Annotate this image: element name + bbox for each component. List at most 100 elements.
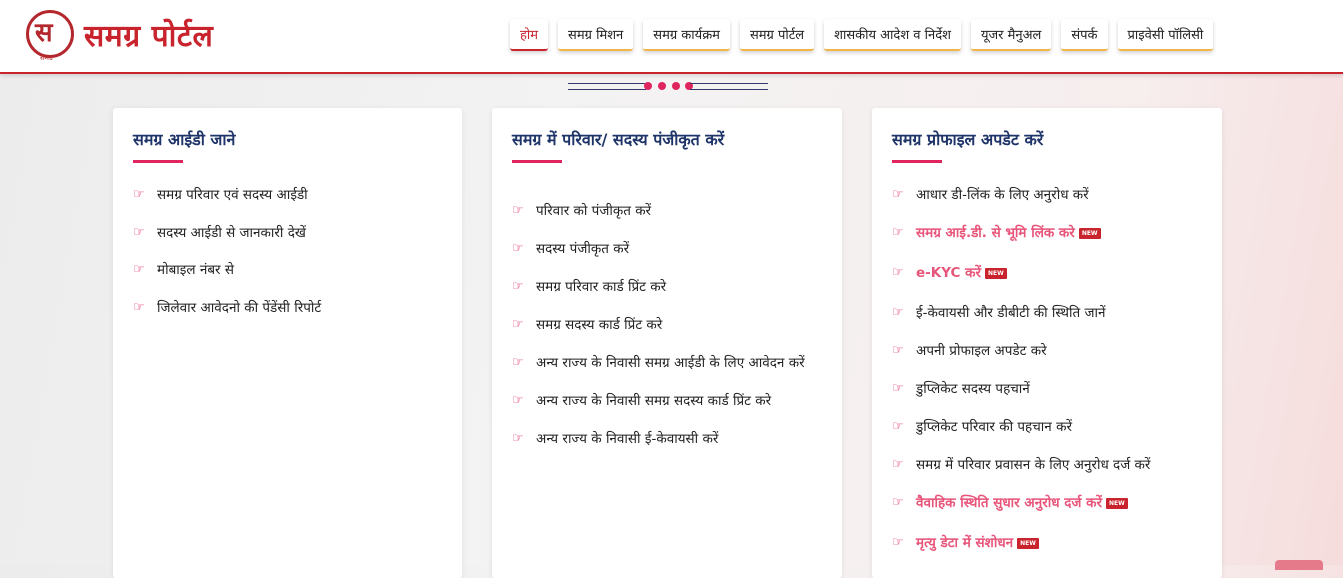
- list-item[interactable]: ☞ सदस्य आईडी से जानकारी देखें: [133, 222, 442, 244]
- hand-pointing-right-icon: ☞: [512, 355, 524, 370]
- list-item-label: समग्र में परिवार प्रवासन के लिए अनुरोध द…: [916, 457, 1151, 473]
- divider-dot: [658, 82, 666, 90]
- hand-pointing-right-icon: ☞: [892, 535, 904, 550]
- section-divider: [568, 80, 768, 92]
- divider-line-left: [568, 83, 646, 90]
- nav-samagra-mission[interactable]: समग्र मिशन: [558, 19, 634, 51]
- list-item-label: जिलेवार आवेदनो की पेंडेंसी रिपोर्ट: [157, 299, 322, 316]
- list-item-label: वैवाहिक स्थिति सुधार अनुरोध दर्ज करें: [916, 495, 1102, 511]
- list-item-label: अन्य राज्य के निवासी ई-केवायसी करें: [536, 431, 719, 447]
- link-list: ☞ आधार डी-लिंक के लिए अनुरोध करें ☞ समग्र …: [892, 184, 1202, 554]
- hand-pointing-right-icon: ☞: [133, 299, 145, 315]
- list-item-label: समग्र आई.डी. से भूमि लिंक करे: [916, 225, 1075, 241]
- hand-pointing-right-icon: ☞: [892, 343, 904, 358]
- list-item-label: अन्य राज्य के निवासी समग्र सदस्य कार्ड प…: [536, 393, 772, 409]
- hand-pointing-right-icon: ☞: [892, 495, 904, 510]
- list-item-label: ई-केवायसी और डीबीटी की स्थिति जानें: [916, 305, 1106, 321]
- site-title[interactable]: समग्र पोर्टल: [84, 14, 213, 55]
- hand-pointing-right-icon: ☞: [892, 419, 904, 434]
- title-underline: [892, 160, 942, 163]
- hand-pointing-right-icon: ☞: [892, 381, 904, 396]
- list-item[interactable]: ☞ अन्य राज्य के निवासी समग्र आईडी के लिए …: [512, 352, 822, 374]
- card-title: समग्र में परिवार/ सदस्य पंजीकृत करें: [512, 130, 725, 149]
- new-badge: NEW: [985, 267, 1007, 279]
- hand-pointing-right-icon: ☞: [892, 305, 904, 320]
- list-item-label: सदस्य पंजीकृत करें: [536, 241, 630, 257]
- list-item[interactable]: ☞ अन्य राज्य के निवासी समग्र सदस्य कार्ड …: [512, 390, 822, 412]
- hand-pointing-right-icon: ☞: [892, 187, 904, 202]
- list-item[interactable]: ☞ समग्र में परिवार प्रवासन के लिए अनुरोध …: [892, 454, 1202, 476]
- hand-pointing-right-icon: ☞: [892, 225, 904, 240]
- nav-govt-orders[interactable]: शासकीय आदेश व निर्देश: [824, 19, 961, 51]
- hand-pointing-right-icon: ☞: [512, 317, 524, 332]
- nav-samagra-portal[interactable]: समग्र पोर्टल: [739, 19, 815, 51]
- site-header: स समग्र समग्र पोर्टल होम समग्र मिशन समग्…: [0, 0, 1343, 74]
- list-item[interactable]: ☞ ई-केवायसी और डीबीटी की स्थिति जानें: [892, 302, 1202, 324]
- list-item[interactable]: ☞ मोबाइल नंबर से: [133, 259, 442, 281]
- list-item-label: समग्र परिवार कार्ड प्रिंट करे: [536, 279, 667, 295]
- list-item[interactable]: ☞ अपनी प्रोफाइल अपडेट करे: [892, 340, 1202, 362]
- divider-dot: [672, 82, 680, 90]
- list-item-label: डुप्लिकेट सदस्य पहचानें: [916, 381, 1030, 397]
- logo-glyph: स: [35, 18, 53, 48]
- list-item[interactable]: ☞ समग्र परिवार एवं सदस्य आईडी: [133, 184, 442, 206]
- list-item[interactable]: ☞ परिवार को पंजीकृत करें: [512, 200, 822, 222]
- hand-pointing-right-icon: ☞: [892, 265, 904, 280]
- new-badge: NEW: [1078, 227, 1101, 239]
- list-item[interactable]: ☞ समग्र परिवार कार्ड प्रिंट करे: [512, 276, 822, 298]
- card-register: समग्र में परिवार/ सदस्य पंजीकृत करें ☞ पर…: [492, 108, 842, 578]
- divider-dot: [644, 82, 652, 90]
- list-item-label: e-KYC करें: [916, 265, 982, 281]
- scroll-to-top-button[interactable]: [1275, 560, 1323, 570]
- list-item[interactable]: ☞ डुप्लिकेट सदस्य पहचानें: [892, 378, 1202, 400]
- list-item-label: अन्य राज्य के निवासी समग्र आईडी के लिए आ…: [536, 355, 805, 371]
- card-title: समग्र प्रोफाइल अपडेट करें: [892, 130, 1044, 149]
- hand-pointing-right-icon: ☞: [133, 224, 145, 240]
- nav-privacy-policy[interactable]: प्राइवेसी पॉलिसी: [1117, 19, 1214, 51]
- nav-home[interactable]: होम: [510, 19, 549, 51]
- card-title: समग्र आईडी जाने: [133, 130, 236, 149]
- list-item-label: मोबाइल नंबर से: [157, 262, 234, 278]
- new-badge: NEW: [1017, 537, 1039, 549]
- list-item-label: डुप्लिकेट परिवार की पहचान करें: [916, 419, 1072, 435]
- list-item-label: आधार डी-लिंक के लिए अनुरोध करें: [916, 187, 1089, 203]
- list-item[interactable]: ☞ आधार डी-लिंक के लिए अनुरोध करें: [892, 184, 1202, 206]
- hand-pointing-right-icon: ☞: [133, 187, 145, 202]
- list-item-label: समग्र परिवार एवं सदस्य आईडी: [157, 187, 308, 203]
- list-item[interactable]: ☞ मृत्यु डेटा में संशोधन NEW: [892, 532, 1202, 554]
- title-underline: [133, 160, 183, 163]
- new-badge: NEW: [1106, 497, 1128, 509]
- card-samagra-id: समग्र आईडी जाने ☞ समग्र परिवार एवं सदस्य …: [113, 108, 462, 578]
- list-item[interactable]: ☞ अन्य राज्य के निवासी ई-केवायसी करें: [512, 428, 822, 450]
- list-item[interactable]: ☞ समग्र सदस्य कार्ड प्रिंट करे: [512, 314, 822, 336]
- list-item[interactable]: ☞ समग्र आई.डी. से भूमि लिंक करे NEW: [892, 222, 1202, 244]
- list-item[interactable]: ☞ वैवाहिक स्थिति सुधार अनुरोध दर्ज करें NE…: [892, 492, 1202, 514]
- hand-pointing-right-icon: ☞: [512, 203, 524, 218]
- hand-pointing-right-icon: ☞: [512, 393, 524, 408]
- nav-samagra-programs[interactable]: समग्र कार्यक्रम: [643, 19, 730, 51]
- list-item[interactable]: ☞ e-KYC करें NEW: [892, 262, 1202, 284]
- title-underline: [512, 160, 562, 163]
- list-item-label: परिवार को पंजीकृत करें: [536, 203, 652, 219]
- samagra-logo[interactable]: स समग्र: [26, 10, 78, 62]
- list-item[interactable]: ☞ डुप्लिकेट परिवार की पहचान करें: [892, 416, 1202, 438]
- card-profile-update: समग्र प्रोफाइल अपडेट करें ☞ आधार डी-लिंक …: [872, 108, 1222, 578]
- link-list: ☞ परिवार को पंजीकृत करें ☞ सदस्य पंजीकृत क…: [512, 200, 822, 450]
- list-item[interactable]: ☞ जिलेवार आवेदनो की पेंडेंसी रिपोर्ट: [133, 297, 442, 319]
- main-nav: होम समग्र मिशन समग्र कार्यक्रम समग्र पोर…: [510, 19, 1214, 51]
- divider-line-right: [690, 83, 768, 90]
- hand-pointing-right-icon: ☞: [512, 431, 524, 446]
- hand-pointing-right-icon: ☞: [512, 241, 524, 256]
- hand-pointing-right-icon: ☞: [892, 457, 904, 472]
- logo-subtext: समग्र: [40, 54, 53, 62]
- list-item-label: मृत्यु डेटा में संशोधन: [916, 535, 1014, 551]
- hand-pointing-right-icon: ☞: [133, 262, 145, 277]
- nav-contact[interactable]: संपर्क: [1061, 19, 1108, 51]
- link-list: ☞ समग्र परिवार एवं सदस्य आईडी ☞ सदस्य आईडी…: [133, 184, 442, 319]
- list-item-label: अपनी प्रोफाइल अपडेट करे: [916, 343, 1047, 359]
- list-item[interactable]: ☞ सदस्य पंजीकृत करें: [512, 238, 822, 260]
- list-item-label: सदस्य आईडी से जानकारी देखें: [157, 224, 306, 241]
- hand-pointing-right-icon: ☞: [512, 279, 524, 294]
- list-item-label: समग्र सदस्य कार्ड प्रिंट करे: [536, 317, 663, 333]
- nav-user-manual[interactable]: यूजर मैनुअल: [971, 19, 1052, 51]
